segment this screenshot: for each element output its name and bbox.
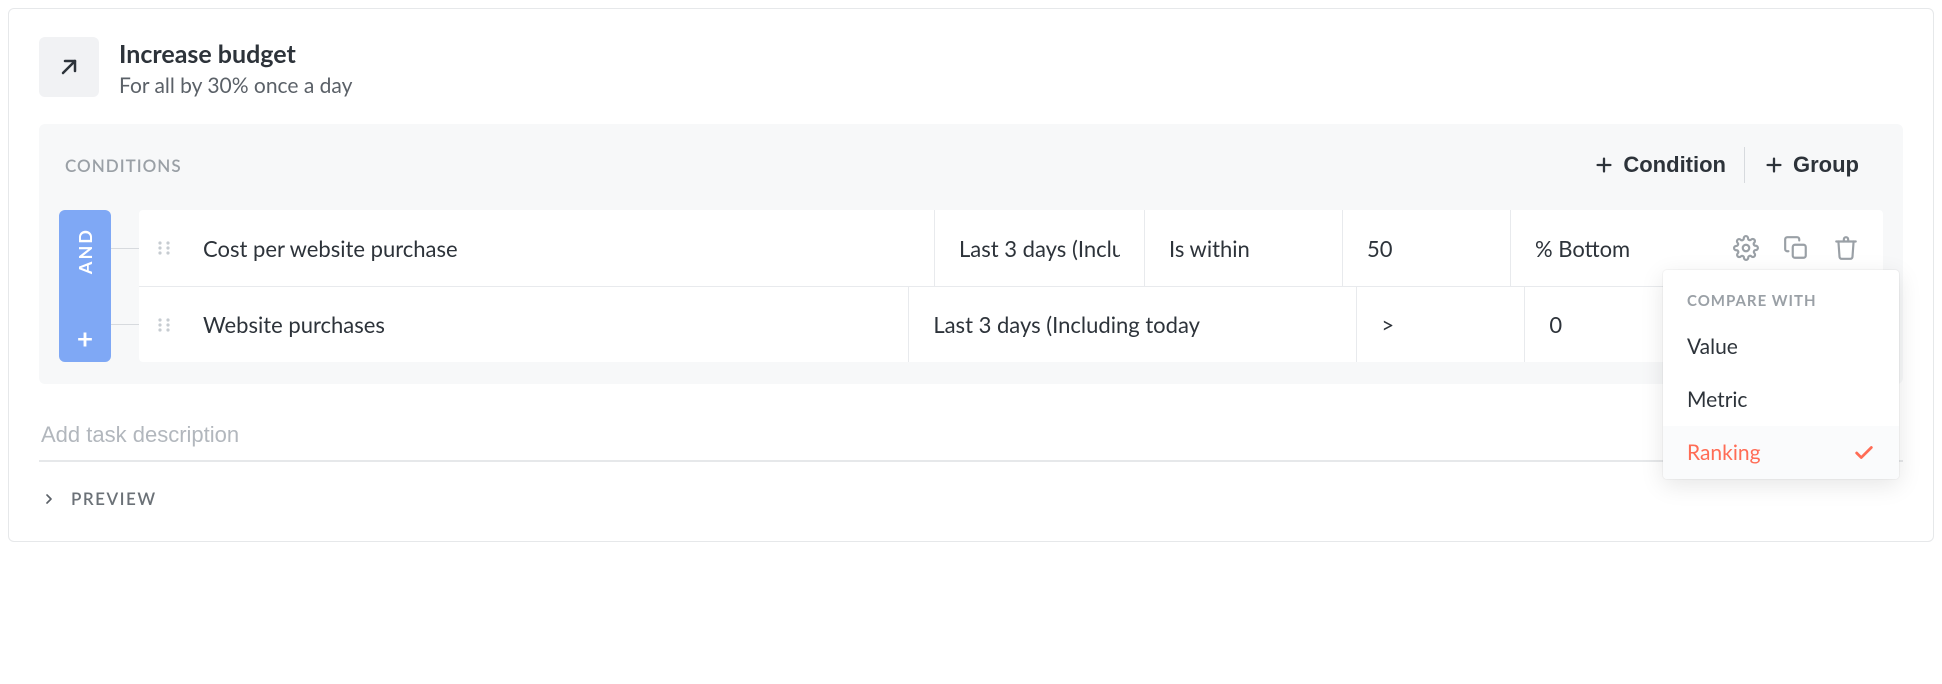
condition-row: Cost per website purchase Last 3 days (I… <box>139 210 1883 286</box>
plus-icon: + <box>77 324 93 352</box>
conditions-header: CONDITIONS Condition Group <box>59 146 1883 184</box>
value-value: 50 <box>1367 235 1393 262</box>
joiner-connectors <box>111 210 139 362</box>
timeframe-value: Last 3 days (Including today <box>933 311 1200 338</box>
metric-value: Website purchases <box>203 311 385 338</box>
timeframe-cell[interactable]: Last 3 days (Including today <box>934 210 1144 286</box>
plus-icon <box>1593 154 1615 176</box>
condition-rows: Cost per website purchase Last 3 days (I… <box>139 210 1883 362</box>
conditions-actions: Condition Group <box>1575 146 1877 184</box>
duplicate-button[interactable] <box>1779 231 1813 265</box>
joiner-tab[interactable]: AND + <box>59 210 111 362</box>
value-value: 0 <box>1549 311 1562 338</box>
task-type-icon-box <box>39 37 99 97</box>
arrow-up-right-icon <box>57 55 81 79</box>
operator-value: Is within <box>1169 235 1250 262</box>
compare-option-label: Value <box>1687 334 1738 359</box>
operator-value: > <box>1381 311 1394 338</box>
add-condition-label: Condition <box>1623 152 1726 178</box>
delete-button[interactable] <box>1829 231 1863 265</box>
conditions-panel: CONDITIONS Condition Group AND + <box>39 124 1903 384</box>
conditions-area: AND + Cost per website purchase Last 3 d… <box>59 210 1883 362</box>
drag-handle[interactable] <box>139 287 189 362</box>
gear-icon <box>1733 235 1759 261</box>
compare-option-label: Metric <box>1687 387 1747 412</box>
unit-value: % Bottom <box>1535 235 1630 262</box>
compare-option-metric[interactable]: Metric <box>1663 373 1899 426</box>
settings-button[interactable] <box>1729 231 1763 265</box>
task-card: Increase budget For all by 30% once a da… <box>8 8 1934 542</box>
drag-handle[interactable] <box>139 210 189 286</box>
compare-option-label: Ranking <box>1687 440 1761 465</box>
copy-icon <box>1783 235 1809 261</box>
compare-option-ranking[interactable]: Ranking <box>1663 426 1899 479</box>
drag-handle-icon <box>155 239 173 257</box>
timeframe-value: Last 3 days (Including today <box>959 235 1120 262</box>
operator-cell[interactable]: > <box>1356 287 1524 362</box>
operator-cell[interactable]: Is within <box>1144 210 1342 286</box>
check-icon <box>1853 442 1875 464</box>
task-header-text: Increase budget For all by 30% once a da… <box>119 37 352 98</box>
joiner-label: AND <box>74 220 96 274</box>
drag-handle-icon <box>155 316 173 334</box>
chevron-right-icon <box>41 491 57 507</box>
preview-toggle[interactable]: PREVIEW <box>39 484 1903 513</box>
compare-with-title: COMPARE WITH <box>1663 270 1899 320</box>
compare-with-popover: COMPARE WITH Value Metric Ranking <box>1663 270 1899 479</box>
condition-row: Website purchases Last 3 days (Including… <box>139 286 1883 362</box>
timeframe-cell[interactable]: Last 3 days (Including today <box>908 287 1356 362</box>
compare-option-value[interactable]: Value <box>1663 320 1899 373</box>
task-subtitle: For all by 30% once a day <box>119 73 352 98</box>
conditions-label: CONDITIONS <box>65 155 182 176</box>
task-title: Increase budget <box>119 39 352 69</box>
value-cell[interactable]: 50 <box>1342 210 1510 286</box>
preview-label: PREVIEW <box>71 488 157 509</box>
add-group-label: Group <box>1793 152 1859 178</box>
metric-cell[interactable]: Cost per website purchase <box>189 210 934 286</box>
task-description-input[interactable] <box>39 410 1903 462</box>
trash-icon <box>1833 235 1859 261</box>
add-group-button[interactable]: Group <box>1745 146 1877 184</box>
metric-cell[interactable]: Website purchases <box>189 287 908 362</box>
task-header: Increase budget For all by 30% once a da… <box>39 37 1903 98</box>
metric-value: Cost per website purchase <box>203 235 458 262</box>
plus-icon <box>1763 154 1785 176</box>
add-condition-button[interactable]: Condition <box>1575 146 1744 184</box>
